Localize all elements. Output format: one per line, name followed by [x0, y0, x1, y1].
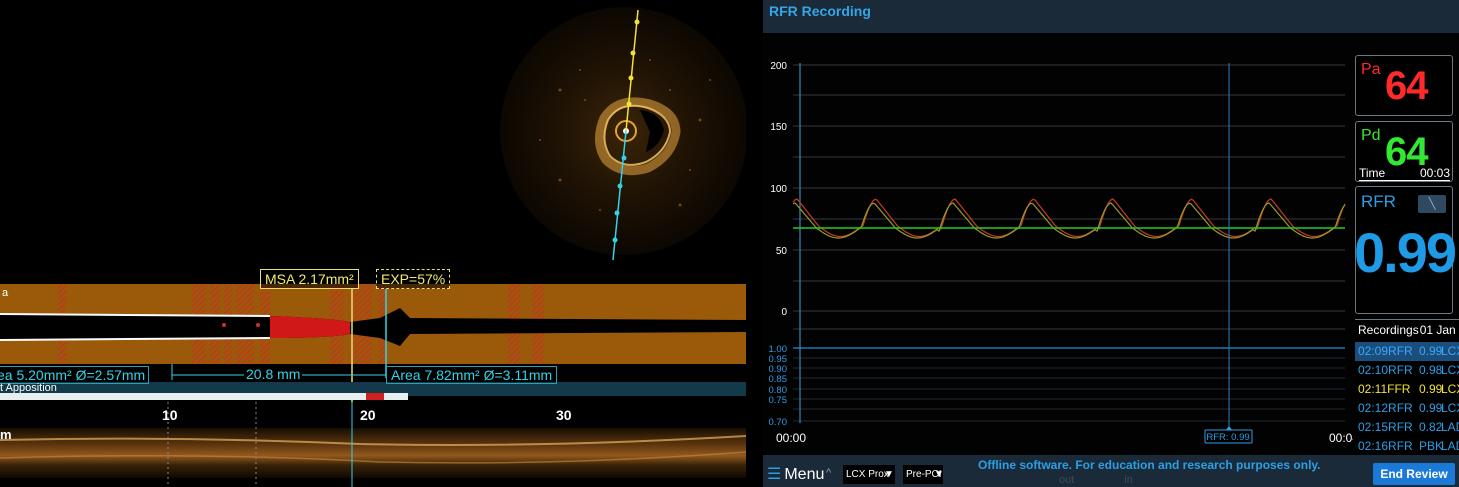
rfr-label: RFR [1361, 192, 1396, 211]
pressure-grid [793, 64, 1345, 330]
ratio-tick-75: 0.75 [769, 395, 788, 406]
cursor-label: RFR: 0.99 [1206, 432, 1249, 443]
rfr-app: RFR Recording RFR: 0.99 200 150 100 50 0… [763, 0, 1459, 487]
recording-value: 0.98 [1419, 363, 1443, 377]
in-label: in [1124, 474, 1133, 486]
length-label: 20.8 mm [244, 366, 303, 382]
recording-time: 02:09RFR [1358, 344, 1413, 358]
recording-vessel: LAD [1441, 439, 1459, 453]
pd-box: Pd 64 Time 00:03 [1355, 121, 1453, 182]
recording-row[interactable]: 02:12RFR 0.99 LCX [1355, 399, 1459, 418]
y-tick-100: 100 [770, 184, 787, 195]
recording-row[interactable]: 02:09RFR 0.99 LCX [1355, 342, 1459, 361]
apposition-label: t Apposition [0, 382, 57, 394]
x-start-label: 00:00 [776, 431, 806, 445]
recording-time: 02:15RFR [1358, 420, 1413, 434]
recording-row[interactable]: 02:11FFR 0.99 LCX [1355, 380, 1459, 399]
time-underline [1359, 180, 1450, 181]
area-right-label: Area 7.82mm² Ø=3.11mm [386, 366, 558, 384]
app-title: RFR Recording [769, 3, 871, 19]
time-label: Time [1359, 166, 1386, 180]
pa-value: 64 [1385, 64, 1428, 108]
recording-value: 0.99 [1419, 401, 1443, 415]
pa-label: Pa [1361, 61, 1381, 78]
ratio-grid [793, 357, 1345, 422]
recordings-panel: Recordings01 Jan 2007 02:09RFR 0.99 LCX … [1355, 319, 1459, 453]
rfr-box: RFR ╲ 0.99 [1354, 186, 1457, 314]
ratio-tick-85: 0.85 [769, 374, 788, 385]
menu-icon: ☰ [767, 466, 782, 483]
recording-time: 02:10RFR [1358, 363, 1413, 377]
pd-label: Pd [1361, 127, 1381, 144]
chevron-down-icon[interactable]: ▼ [884, 469, 894, 480]
exp-label[interactable]: EXP=57% [376, 269, 451, 289]
offline-notice: Offline software. For education and rese… [978, 458, 1321, 472]
zoom-out-in[interactable]: out in [1059, 474, 1133, 486]
y-tick-50: 50 [776, 246, 788, 257]
oct-panel: MSA 2.17mm² EXP=57% a ea 5.20mm² Ø=2.57m… [0, 0, 746, 487]
pressure-chart[interactable]: RFR: 0.99 200 150 100 50 0 1.00 0.95 0.9… [763, 33, 1354, 455]
y-tick-150: 150 [770, 122, 787, 133]
recordings-label: Recordings [1358, 323, 1419, 337]
pa-box: Pa 64 [1355, 55, 1453, 116]
recording-vessel: LCX [1441, 344, 1459, 358]
rfr-edit-button[interactable]: ╲ [1418, 195, 1446, 213]
recordings-date: 01 Jan 2007 [1419, 323, 1459, 337]
recording-vessel: LCX [1441, 401, 1459, 415]
y-tick-200: 200 [770, 61, 787, 72]
caret-up-icon[interactable]: ^ [826, 467, 831, 479]
recording-value: PBK [1419, 439, 1444, 453]
chevron-down-icon[interactable]: ▼ [934, 469, 944, 480]
pencil-icon: ╲ [1428, 198, 1436, 210]
x-end-label: 00:04 [1329, 431, 1353, 445]
title-bar: RFR Recording [763, 0, 1459, 33]
recording-row[interactable]: 02:10RFR 0.98 LCX [1355, 361, 1459, 380]
menu-label: Menu [784, 466, 825, 483]
out-label: out [1059, 474, 1075, 486]
recordings-header: Recordings01 Jan 2007 [1358, 323, 1459, 337]
tick-30: 30 [556, 407, 572, 423]
recording-value: 0.99 [1419, 382, 1443, 396]
end-review-button[interactable]: End Review [1373, 463, 1455, 485]
msa-label[interactable]: MSA 2.17mm² [260, 269, 359, 289]
recording-value: 0.82 [1419, 420, 1443, 434]
y-tick-0: 0 [781, 307, 787, 318]
recording-vessel: LCX [1441, 363, 1459, 377]
tick-20: 20 [360, 407, 376, 423]
ratio-tick-70: 0.70 [769, 417, 788, 428]
recordings-list: 02:09RFR 0.99 LCX 02:10RFR 0.98 LCX 02:1… [1355, 342, 1459, 456]
recording-row[interactable]: 02:16RFR PBK LAD [1355, 437, 1459, 456]
recording-time: 02:12RFR [1358, 401, 1413, 415]
unit-label: m [0, 427, 12, 442]
time-value: 00:03 [1419, 166, 1450, 180]
recording-value: 0.99 [1419, 344, 1443, 358]
rfr-value: 0.99 [1354, 221, 1457, 284]
tick-10: 10 [162, 407, 178, 423]
recording-row[interactable]: 02:15RFR 0.82 LAD [1355, 418, 1459, 437]
recording-time: 02:11FFR [1358, 382, 1411, 396]
recording-vessel: LCX [1441, 382, 1459, 396]
lumen-label: a [2, 287, 9, 299]
recording-vessel: LAD [1441, 420, 1459, 434]
recording-time: 02:16RFR [1358, 439, 1413, 453]
menu-button[interactable]: ☰ Menu [767, 465, 824, 485]
